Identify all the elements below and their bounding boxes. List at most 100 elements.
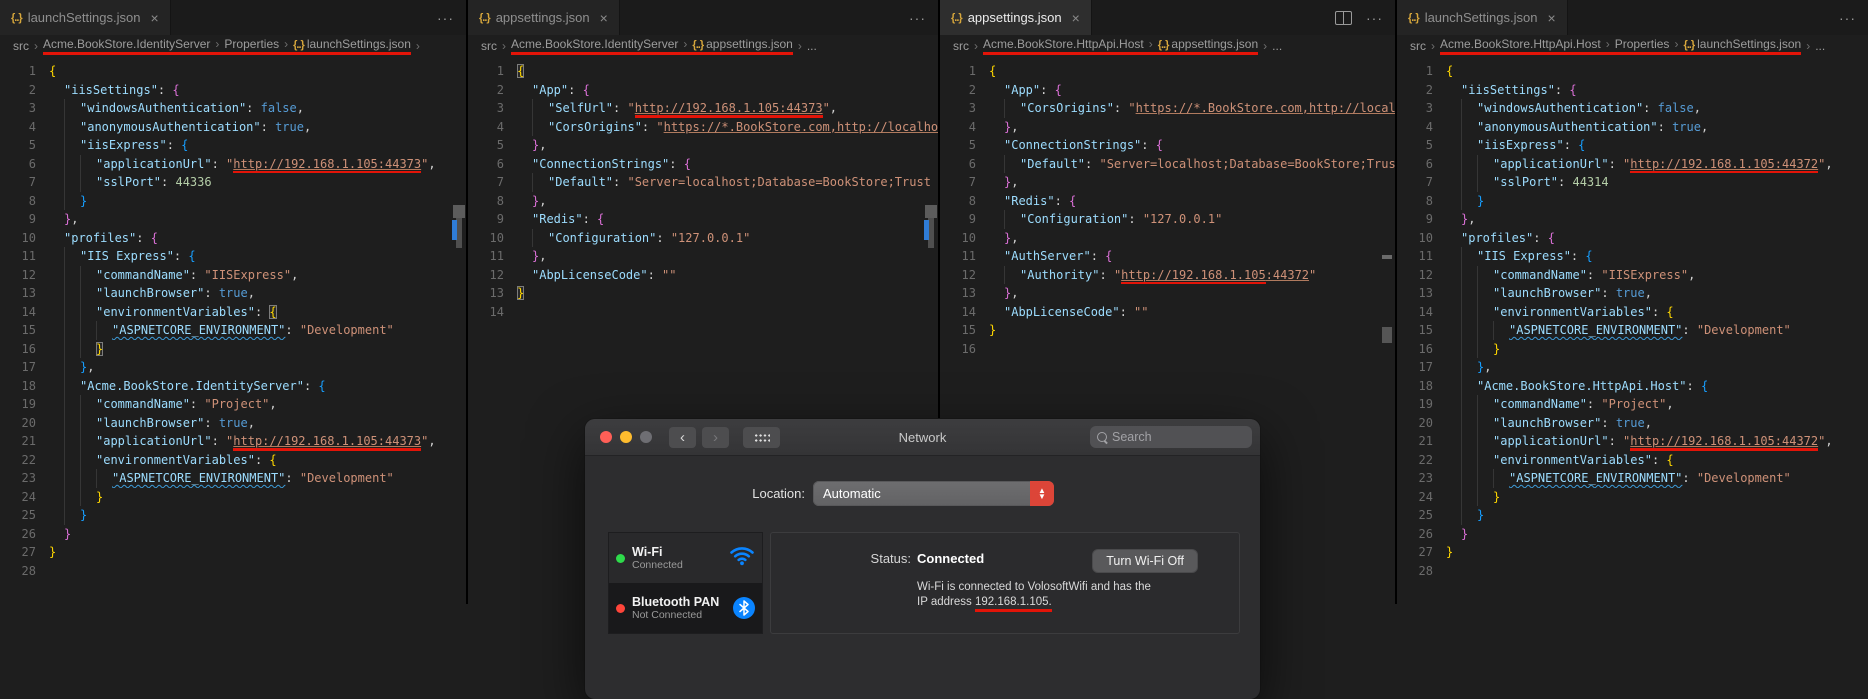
code-line[interactable]: 5 "iisExpress": { — [0, 136, 466, 155]
back-button[interactable]: ‹ — [669, 426, 696, 448]
tab-launchSettings.json[interactable]: {..} launchSettings.json × — [0, 0, 171, 35]
code-line[interactable]: 23 "ASPNETCORE_ENVIRONMENT": "Development… — [0, 469, 466, 488]
code-line[interactable]: 2 "iisSettings": { — [0, 81, 466, 100]
code-line[interactable]: 27} — [1397, 543, 1868, 562]
code-line[interactable]: 1{ — [468, 62, 938, 81]
turn-wifi-off-button[interactable]: Turn Wi-Fi Off — [1093, 550, 1197, 572]
code-line[interactable]: 19 "commandName": "Project", — [0, 395, 466, 414]
code-line[interactable]: 20 "launchBrowser": true, — [1397, 413, 1868, 432]
code-line[interactable]: 6 "ConnectionStrings": { — [468, 155, 938, 174]
more-actions-icon[interactable]: ··· — [1366, 10, 1383, 26]
code-line[interactable]: 12 "commandName": "IISExpress", — [0, 265, 466, 284]
breadcrumb-item[interactable]: Properties — [224, 37, 280, 55]
code-line[interactable]: 27} — [0, 543, 466, 562]
code-line[interactable]: 15 "ASPNETCORE_ENVIRONMENT": "Development… — [1397, 321, 1868, 340]
code-line[interactable]: 16} — [0, 339, 466, 358]
code-line[interactable]: 26} — [1397, 525, 1868, 544]
code-line[interactable]: 1{ — [1397, 62, 1868, 81]
code-line[interactable]: 16 — [940, 340, 1395, 359]
location-select[interactable]: Automatic ▲ ▼ — [813, 481, 1054, 506]
breadcrumb-item[interactable]: {..} launchSettings.json — [293, 37, 411, 55]
zoom-window-button[interactable] — [640, 431, 652, 443]
code-line[interactable]: 12 "commandName": "IISExpress", — [1397, 265, 1868, 284]
tab-launchSettings.json[interactable]: {..} launchSettings.json × — [1397, 0, 1568, 35]
more-actions-icon[interactable]: ··· — [909, 10, 926, 26]
code-line[interactable]: 10 "profiles": { — [1397, 229, 1868, 248]
code-line[interactable]: 13} — [468, 284, 938, 303]
code-line[interactable]: 9}, — [0, 210, 466, 229]
code-line[interactable]: 17}, — [0, 358, 466, 377]
code-line[interactable]: 12 "AbpLicenseCode": "" — [468, 266, 938, 285]
code-line[interactable]: 18 "Acme.BookStore.IdentityServer": { — [0, 376, 466, 395]
dialog-titlebar[interactable]: ‹ › Network Search — [585, 419, 1260, 456]
breadcrumb-item[interactable]: Acme.BookStore.HttpApi.Host — [1440, 37, 1601, 55]
tab-close-icon[interactable]: × — [150, 10, 158, 26]
tab-close-icon[interactable]: × — [1072, 10, 1080, 26]
service-item-wi-fi[interactable]: Wi-Fi Connected — [609, 533, 762, 583]
code-line[interactable]: 21 "applicationUrl": "http://192.168.1.10… — [1397, 432, 1868, 451]
code-line[interactable]: 4}, — [940, 118, 1395, 137]
code-line[interactable]: 11 "AuthServer": { — [940, 247, 1395, 266]
code-line[interactable]: 5 "iisExpress": { — [1397, 136, 1868, 155]
code-line[interactable]: 28 — [0, 562, 466, 581]
code-editor[interactable]: 1{2 "iisSettings": {3 "windowsAuthenticati… — [1397, 57, 1868, 604]
code-line[interactable]: 7}, — [940, 173, 1395, 192]
code-line[interactable]: 14 — [468, 303, 938, 322]
code-line[interactable]: 4 "CorsOrigins": "https://*.BookStore.com… — [468, 117, 938, 136]
code-line[interactable]: 2 "App": { — [940, 81, 1395, 100]
breadcrumb-item[interactable]: Acme.BookStore.IdentityServer — [43, 37, 211, 55]
code-line[interactable]: 6 "applicationUrl": "http://192.168.1.105… — [0, 154, 466, 173]
breadcrumb-item[interactable]: ... — [807, 39, 817, 54]
more-actions-icon[interactable]: ··· — [437, 10, 454, 26]
code-line[interactable]: 15} — [940, 321, 1395, 340]
breadcrumb-item[interactable]: ... — [1815, 39, 1825, 54]
code-line[interactable]: 1{ — [940, 62, 1395, 81]
code-line[interactable]: 11}, — [468, 247, 938, 266]
code-line[interactable]: 8}, — [468, 192, 938, 211]
code-line[interactable]: 3 "CorsOrigins": "https://*.BookStore.com… — [940, 99, 1395, 118]
code-line[interactable]: 8 "Redis": { — [940, 192, 1395, 211]
code-line[interactable]: 6 "applicationUrl": "http://192.168.1.105… — [1397, 154, 1868, 173]
code-line[interactable]: 9 "Redis": { — [468, 210, 938, 229]
code-line[interactable]: 11 "IIS Express": { — [1397, 247, 1868, 266]
code-line[interactable]: 13 "launchBrowser": true, — [0, 284, 466, 303]
breadcrumb-item[interactable]: Properties — [1614, 37, 1670, 55]
code-line[interactable]: 2 "App": { — [468, 81, 938, 100]
breadcrumb-item[interactable]: src — [13, 39, 29, 54]
code-line[interactable]: 10 "Configuration": "127.0.0.1" — [468, 228, 938, 247]
code-line[interactable]: 7 "sslPort": 44314 — [1397, 173, 1868, 192]
code-line[interactable]: 7 "Default": "Server=localhost;Database=B… — [468, 173, 938, 192]
code-line[interactable]: 24} — [0, 487, 466, 506]
tab-close-icon[interactable]: × — [1547, 10, 1555, 26]
show-all-button[interactable] — [743, 426, 780, 448]
code-line[interactable]: 16} — [1397, 339, 1868, 358]
code-line[interactable]: 7 "sslPort": 44336 — [0, 173, 466, 192]
code-line[interactable]: 25} — [0, 506, 466, 525]
code-line[interactable]: 22 "environmentVariables": { — [0, 450, 466, 469]
more-actions-icon[interactable]: ··· — [1839, 10, 1856, 26]
breadcrumb-item[interactable]: src — [1410, 39, 1426, 54]
code-line[interactable]: 8} — [0, 191, 466, 210]
split-editor-icon[interactable] — [1335, 10, 1352, 25]
code-line[interactable]: 3 "windowsAuthentication": false, — [1397, 99, 1868, 118]
breadcrumb-item[interactable]: {..} launchSettings.json — [1683, 37, 1802, 55]
close-window-button[interactable] — [600, 431, 612, 443]
code-line[interactable]: 4 "anonymousAuthentication": true, — [0, 117, 466, 136]
scrollbar[interactable] — [1381, 255, 1394, 355]
breadcrumb-item[interactable]: ... — [1272, 39, 1282, 54]
code-line[interactable]: 14 "environmentVariables": { — [1397, 302, 1868, 321]
scrollbar[interactable] — [452, 205, 465, 255]
code-line[interactable]: 5}, — [468, 136, 938, 155]
code-line[interactable]: 2 "iisSettings": { — [1397, 81, 1868, 100]
code-line[interactable]: 17}, — [1397, 358, 1868, 377]
code-line[interactable]: 15 "ASPNETCORE_ENVIRONMENT": "Development… — [0, 321, 466, 340]
code-line[interactable]: 5 "ConnectionStrings": { — [940, 136, 1395, 155]
forward-button[interactable]: › — [702, 426, 729, 448]
code-line[interactable]: 13}, — [940, 284, 1395, 303]
code-line[interactable]: 9 "Configuration": "127.0.0.1" — [940, 210, 1395, 229]
code-line[interactable]: 21 "applicationUrl": "http://192.168.1.10… — [0, 432, 466, 451]
tab-close-icon[interactable]: × — [600, 10, 608, 26]
code-line[interactable]: 11 "IIS Express": { — [0, 247, 466, 266]
code-line[interactable]: 9}, — [1397, 210, 1868, 229]
code-line[interactable]: 3 "SelfUrl": "http://192.168.1.105:44373"… — [468, 99, 938, 118]
